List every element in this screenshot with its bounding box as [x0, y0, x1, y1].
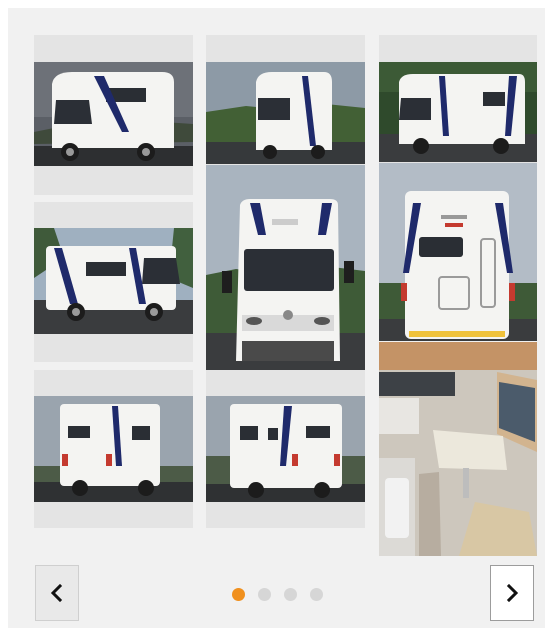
- camper-right-side-photo[interactable]: [379, 62, 537, 162]
- chevron-right-icon: [506, 584, 519, 602]
- camper-rear-view-photo[interactable]: [379, 163, 537, 341]
- camper-left-side-photo[interactable]: [34, 228, 193, 334]
- camper-rear-right-photo[interactable]: [206, 396, 365, 502]
- camper-interior-photo[interactable]: [379, 342, 537, 556]
- camper-front-view-photo[interactable]: [206, 165, 365, 370]
- next-button[interactable]: [490, 565, 534, 621]
- camper-front-left-photo[interactable]: [34, 62, 193, 166]
- chevron-left-icon: [50, 584, 63, 602]
- page-dot-1[interactable]: [232, 587, 245, 601]
- camper-rear-left-photo[interactable]: [34, 396, 193, 502]
- prev-button[interactable]: [35, 565, 79, 621]
- page-dot-3[interactable]: [284, 587, 297, 601]
- page-dot-2[interactable]: [258, 587, 271, 601]
- page-dot-4[interactable]: [310, 587, 323, 601]
- camper-front-right-photo[interactable]: [206, 62, 365, 164]
- pagination-dots: [232, 586, 323, 602]
